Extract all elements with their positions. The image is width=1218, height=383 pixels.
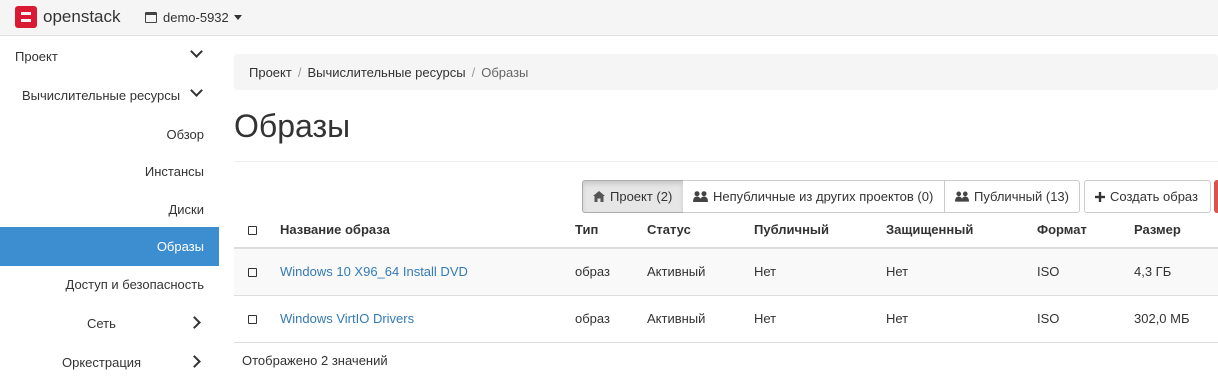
cell-type: образ [567,295,639,343]
row-select-cell [234,295,272,343]
column-header-status[interactable]: Статус [639,212,746,249]
image-name-link[interactable]: Windows 10 X96_64 Install DVD [280,264,468,279]
cell-public: Нет [746,248,878,296]
cell-protected: Нет [878,295,1029,343]
project-selector-label: demo-5932 [163,10,229,25]
sidebar-item-label: Инстансы [144,163,204,179]
column-header-format[interactable]: Формат [1029,212,1126,249]
images-table: Название образа Тип Статус Публичный Защ… [234,212,1218,343]
filter-shared-label: Непубличные из других проектов (0) [713,189,934,204]
logo-text: openstack [43,7,121,26]
users-icon [955,191,969,202]
divider [234,161,1218,162]
sidebar-item-volumes[interactable]: Диски [0,190,219,228]
column-header-protected[interactable]: Защищенный [878,212,1029,249]
sidebar-item-label: Образы [156,239,204,254]
table-row: Windows 10 X96_64 Install DVD образ Акти… [234,248,1218,296]
home-icon [593,191,605,202]
filter-shared-button[interactable]: Непубличные из других проектов (0) [683,180,945,213]
sidebar-item-label: Проект [15,48,58,64]
openstack-logo[interactable]: openstack [15,6,121,28]
sidebar-item-label: Диски [168,201,204,217]
image-name-link[interactable]: Windows VirtIO Drivers [280,311,414,326]
delete-images-button[interactable] [1214,180,1218,213]
top-navbar: openstack demo-5932 [0,0,1218,36]
sidebar: Проект Вычислительные ресурсы Обзор Инст… [0,36,219,383]
project-selector[interactable]: demo-5932 [145,10,242,25]
create-image-button[interactable]: Создать образ [1084,180,1211,213]
create-image-label: Создать образ [1110,189,1198,204]
chevron-down-icon [190,45,203,58]
table-row: Windows VirtIO Drivers образ Активный Не… [234,295,1218,343]
cell-status: Активный [639,248,746,296]
plus-icon [1095,191,1105,202]
sidebar-item-label: Оркестрация [62,354,142,370]
sidebar-item-network[interactable]: Сеть [0,304,219,342]
caret-down-icon [233,15,242,20]
folder-icon [145,12,157,23]
cell-type: образ [567,248,639,296]
column-header-size[interactable]: Размер [1126,212,1218,249]
row-checkbox[interactable] [248,315,257,325]
sidebar-item-overview[interactable]: Обзор [0,115,219,153]
sidebar-item-label: Обзор [166,126,204,142]
sidebar-item-access-security[interactable]: Доступ и безопасность [0,265,219,303]
cell-size: 302,0 МБ [1126,295,1218,343]
items-count-text: Отображено 2 значений [242,353,388,368]
breadcrumb-separator: / [471,64,476,80]
column-header-public[interactable]: Публичный [746,212,878,249]
filter-public-label: Публичный (13) [974,189,1069,204]
sidebar-item-images[interactable]: Образы [0,227,219,266]
filter-public-button[interactable]: Публичный (13) [944,180,1080,213]
cell-size: 4,3 ГБ [1126,248,1218,296]
sidebar-item-compute[interactable]: Вычислительные ресурсы [0,76,219,114]
chevron-right-icon [188,316,201,329]
cell-format: ISO [1029,295,1126,343]
row-select-cell [234,248,272,296]
sidebar-item-project[interactable]: Проект [0,37,219,75]
sidebar-item-orchestration[interactable]: Оркестрация [0,343,219,381]
openstack-logo-icon [15,6,37,28]
users-icon [693,191,708,202]
cell-public: Нет [746,295,878,343]
select-all-checkbox[interactable] [248,226,257,236]
breadcrumb-current: Образы [481,64,529,80]
cell-name: Windows VirtIO Drivers [272,295,567,343]
sidebar-item-label: Доступ и безопасность [65,276,205,292]
sidebar-item-label: Вычислительные ресурсы [22,87,181,103]
filter-project-button[interactable]: Проект (2) [582,180,684,213]
sidebar-item-label: Сеть [87,315,116,331]
chevron-right-icon [188,355,201,368]
filter-project-label: Проект (2) [610,189,673,204]
breadcrumb-compute[interactable]: Вычислительные ресурсы [307,65,465,80]
sidebar-item-instances[interactable]: Инстансы [0,152,219,190]
column-header-type[interactable]: Тип [567,212,639,249]
table-header-row: Название образа Тип Статус Публичный Защ… [234,212,1218,249]
column-header-name[interactable]: Название образа [272,212,567,249]
breadcrumb-project[interactable]: Проект [249,65,292,80]
breadcrumb: Проект / Вычислительные ресурсы / Образы [234,54,1218,90]
cell-protected: Нет [878,248,1029,296]
cell-format: ISO [1029,248,1126,296]
breadcrumb-separator: / [297,64,302,80]
cell-name: Windows 10 X96_64 Install DVD [272,248,567,296]
select-all-cell [234,212,272,249]
row-checkbox[interactable] [248,268,257,278]
page-title: Образы [234,108,351,144]
chevron-down-icon [190,84,203,97]
cell-status: Активный [639,295,746,343]
